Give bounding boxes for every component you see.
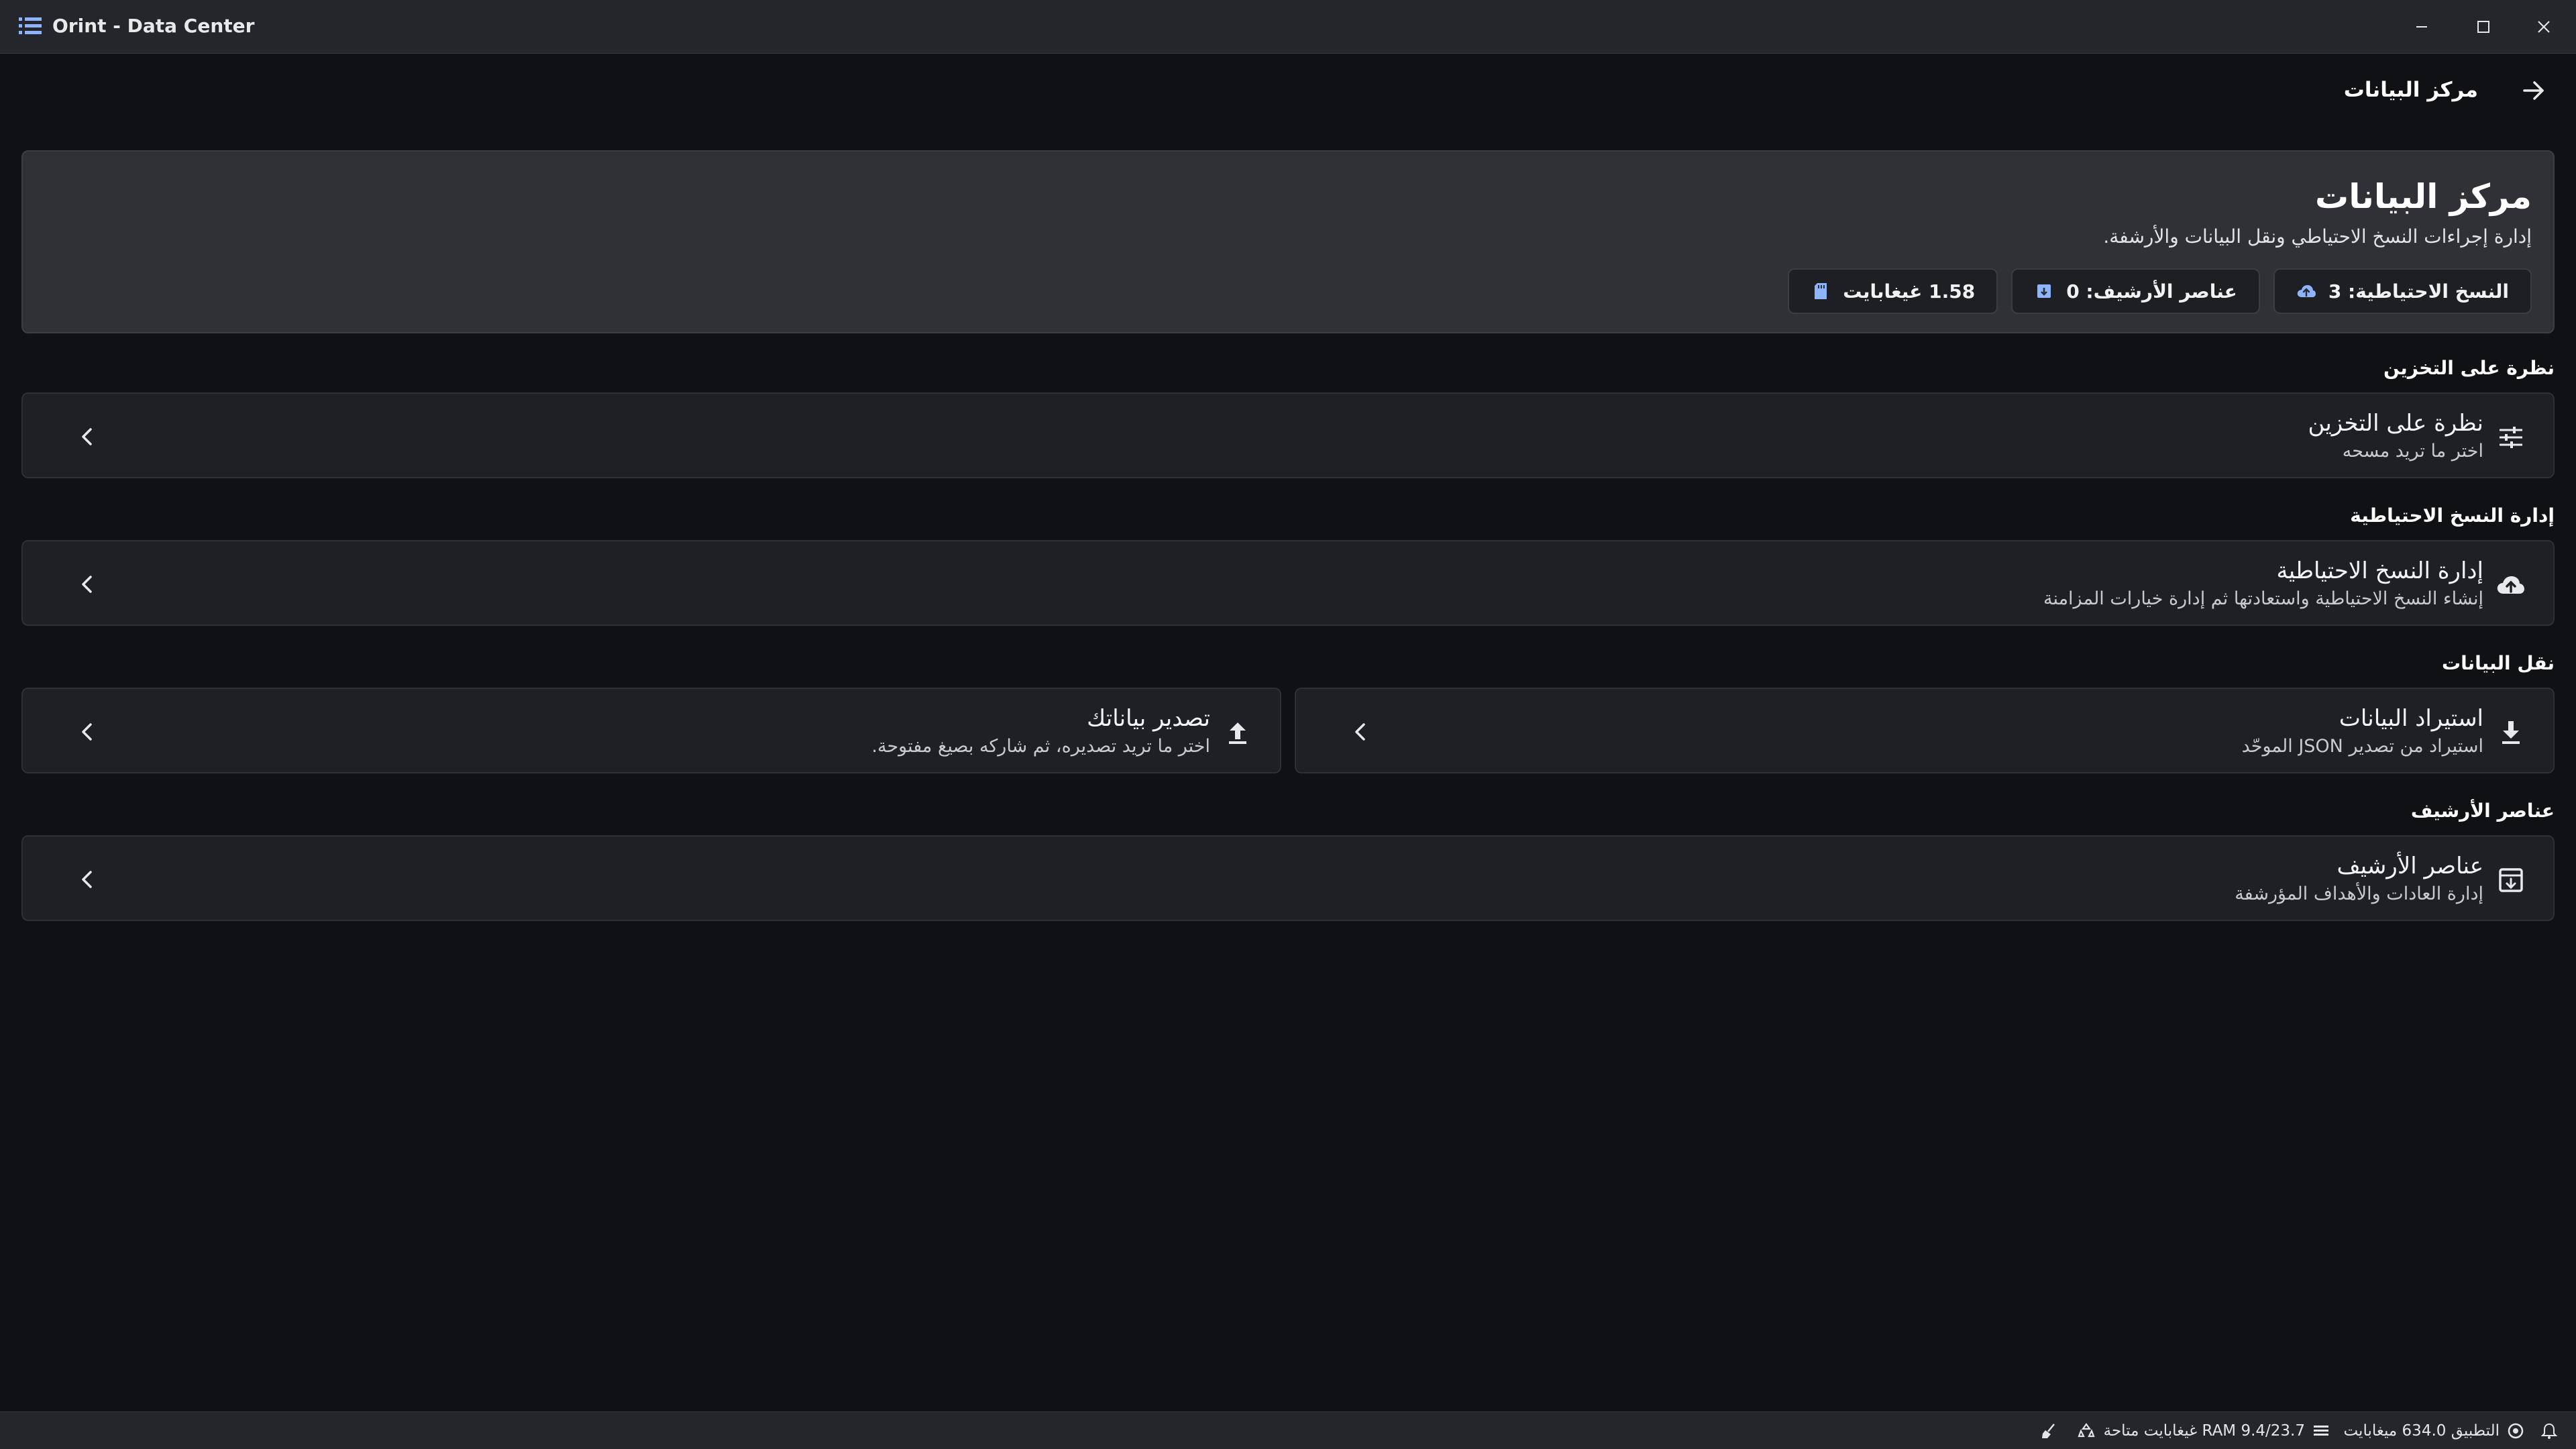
sliders-icon	[2494, 421, 2528, 454]
close-icon	[2538, 21, 2550, 33]
section-storage-label: نظرة على التخزين	[2383, 357, 2555, 379]
storage-overview-card[interactable]: نظرة على التخزين اختر ما تريد مسحه	[21, 392, 2555, 478]
chevron-left-icon	[82, 428, 92, 445]
card-title: استيراد البيانات	[2339, 705, 2483, 732]
chevron-left-icon	[82, 576, 92, 593]
hero-subtitle: إدارة إجراءات النسخ الاحتياطي ونقل البيا…	[2103, 225, 2532, 248]
export-data-card[interactable]: تصدير بياناتك اختر ما تريد تصديره، ثم شا…	[21, 688, 1281, 773]
stats-chips: النسخ الاحتياطية: 3 عناصر الأرشيف: 0 1.5…	[1788, 268, 2532, 314]
section-archive-label: عناصر الأرشيف	[2410, 800, 2555, 822]
arrow-right-icon	[2523, 81, 2544, 100]
close-button[interactable]	[2528, 11, 2560, 43]
section-backup-label: إدارة النسخ الاحتياطية	[2350, 504, 2555, 527]
archive-icon	[2037, 284, 2051, 298]
app-usage-text: التطبيق 634.0 ميغابايت	[2343, 1422, 2500, 1440]
memory-icon	[2314, 1426, 2328, 1436]
section-transfer-label: نقل البيانات	[2441, 652, 2555, 674]
app-usage-icon	[2508, 1423, 2524, 1439]
maximize-button[interactable]	[2467, 11, 2500, 43]
card-subtitle: اختر ما تريد مسحه	[2342, 441, 2483, 462]
bell-icon[interactable]	[2540, 1421, 2559, 1440]
chip-label: 1.58 غيغابايت	[1843, 280, 1976, 303]
title-bar: Orint - Data Center	[0, 0, 2576, 54]
backup-management-card[interactable]: إدارة النسخ الاحتياطية إنشاء النسخ الاحت…	[21, 540, 2555, 626]
cloud-upload-icon	[2297, 285, 2316, 297]
import-data-card[interactable]: استيراد البيانات استيراد من تصدير JSON ا…	[1295, 688, 2555, 773]
status-bar: التطبيق 634.0 ميغابايت RAM 9.4/23.7 غيغا…	[0, 1411, 2576, 1449]
archive-items-card[interactable]: عناصر الأرشيف إدارة العادات والأهداف الم…	[21, 835, 2555, 921]
card-title: عناصر الأرشيف	[2337, 853, 2483, 879]
chevron-left-icon	[82, 871, 92, 888]
window-title: Orint - Data Center	[52, 15, 255, 37]
maximize-icon	[2477, 21, 2489, 33]
chevron-left-icon	[1355, 723, 1365, 741]
card-title: إدارة النسخ الاحتياطية	[2276, 557, 2483, 584]
hero-title: مركز البيانات	[2315, 177, 2532, 216]
page-header: مركز البيانات	[0, 74, 2576, 114]
card-subtitle: اختر ما تريد تصديره، ثم شاركه بصيغ مفتوح…	[871, 736, 1210, 757]
card-title: نظرة على التخزين	[2308, 410, 2483, 437]
broom-icon[interactable]	[2039, 1421, 2058, 1440]
card-subtitle: استيراد من تصدير JSON الموحّد	[2241, 736, 2483, 757]
hero-panel: مركز البيانات إدارة إجراءات النسخ الاحتي…	[21, 150, 2555, 333]
list-icon	[19, 16, 42, 36]
back-button[interactable]	[2514, 74, 2553, 107]
page-title: مركز البيانات	[2343, 78, 2478, 102]
archive-box-icon	[2494, 863, 2528, 897]
recycle-icon[interactable]	[2077, 1421, 2096, 1440]
backups-count-chip[interactable]: النسخ الاحتياطية: 3	[2273, 268, 2532, 314]
card-subtitle: إنشاء النسخ الاحتياطية واستعادتها ثم إدا…	[2043, 588, 2483, 609]
archive-count-chip[interactable]: عناصر الأرشيف: 0	[2011, 268, 2260, 314]
storage-size-chip[interactable]: 1.58 غيغابايت	[1788, 268, 1998, 314]
minimize-button[interactable]	[2406, 11, 2438, 43]
sd-card-icon	[1815, 283, 1827, 299]
download-icon	[2494, 716, 2528, 749]
card-title: تصدير بياناتك	[1087, 705, 1210, 732]
upload-icon	[1221, 716, 1254, 749]
ram-usage-text: RAM 9.4/23.7 غيغابايت متاحة	[2103, 1422, 2305, 1440]
cloud-upload-icon	[2494, 568, 2528, 602]
chevron-left-icon	[82, 723, 92, 741]
minimize-icon	[2416, 26, 2427, 28]
card-subtitle: إدارة العادات والأهداف المؤرشفة	[2235, 883, 2483, 904]
chip-label: النسخ الاحتياطية: 3	[2328, 280, 2509, 303]
chip-label: عناصر الأرشيف: 0	[2066, 280, 2237, 303]
